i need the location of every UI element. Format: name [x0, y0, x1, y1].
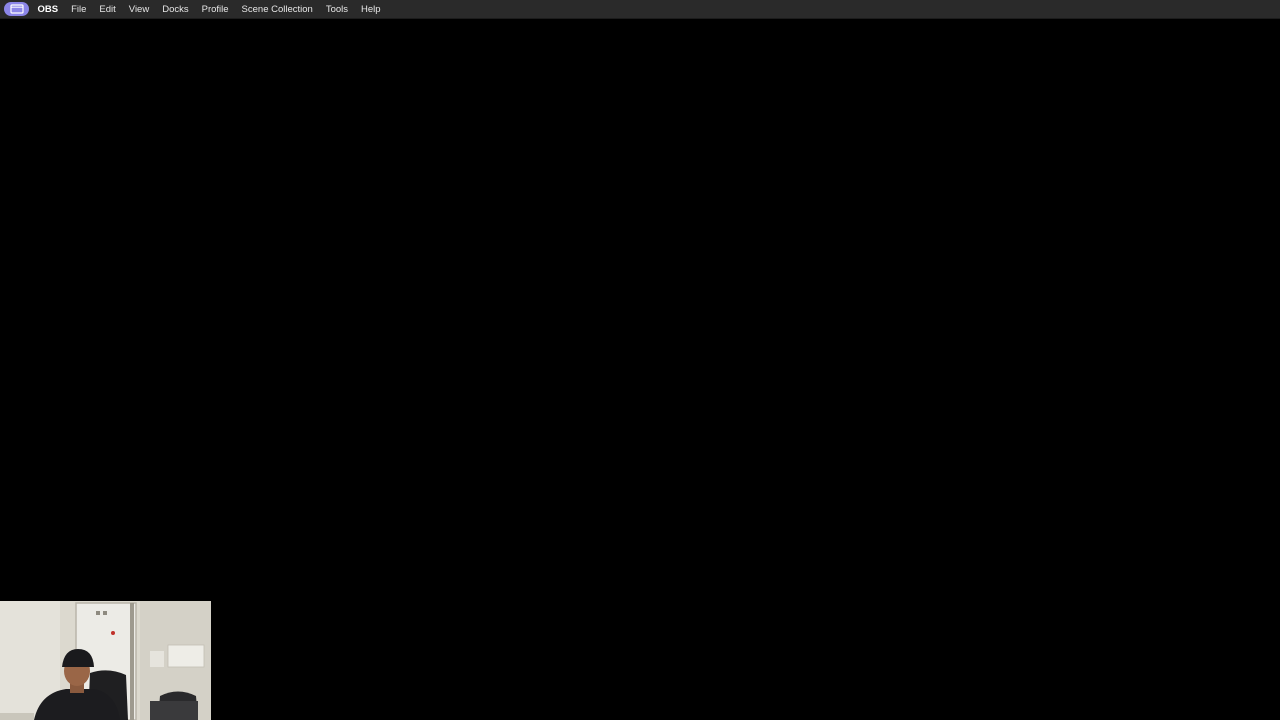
menu-scene-collection[interactable]: Scene Collection [235, 0, 319, 19]
menu-file[interactable]: File [65, 0, 93, 19]
menu-app-name[interactable]: OBS [31, 0, 65, 19]
menu-docks[interactable]: Docks [156, 0, 195, 19]
obs-app-icon[interactable] [4, 2, 29, 16]
menu-view[interactable]: View [122, 0, 155, 19]
webcam-feed-image [0, 601, 211, 720]
menu-tools[interactable]: Tools [319, 0, 354, 19]
window-icon [9, 4, 24, 14]
webcam-overlay [0, 601, 211, 720]
menu-profile[interactable]: Profile [195, 0, 235, 19]
menu-help[interactable]: Help [355, 0, 388, 19]
menu-bar: OBS File Edit View Docks Profile Scene C… [0, 0, 1280, 19]
menu-edit[interactable]: Edit [93, 0, 122, 19]
